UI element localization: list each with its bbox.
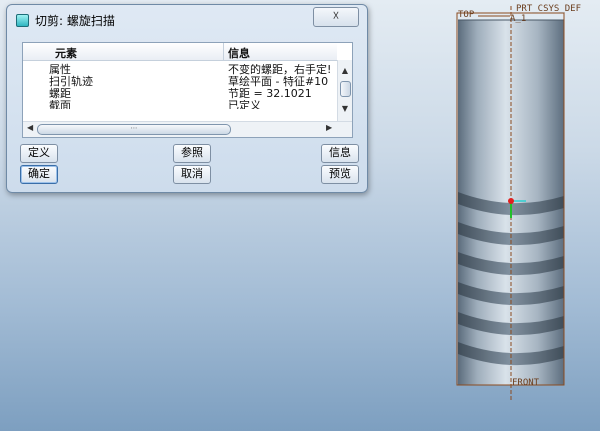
model-viewport[interactable]: TOP PRT_CSYS_DEF A_1 FRONT — [456, 0, 600, 400]
horizontal-scrollbar[interactable]: ◀ ⋯ ▶ — [23, 121, 352, 137]
element-info: 草绘平面 - 特征#10 — [228, 76, 329, 88]
scroll-right-arrow-icon[interactable]: ▶ — [326, 123, 332, 132]
scroll-left-arrow-icon[interactable]: ◀ — [27, 123, 33, 132]
list-header: 元素 信息 — [23, 43, 337, 61]
element-name: 螺距 — [49, 87, 71, 100]
list-item[interactable]: 截面 已定义 — [23, 100, 337, 109]
info-button[interactable]: 信息 — [321, 144, 359, 163]
datum-label-top: TOP — [458, 10, 475, 20]
datum-label-csys: PRT_CSYS_DEF — [516, 4, 582, 14]
datum-label-a1: A_1 — [510, 14, 527, 24]
scroll-up-arrow-icon[interactable]: ▲ — [338, 66, 352, 75]
element-name: 截面 — [49, 100, 71, 109]
helical-cut-model[interactable] — [456, 0, 600, 400]
list-item[interactable]: 螺距 节距 = 32.1021 — [23, 88, 337, 100]
cancel-button[interactable]: 取消 — [173, 165, 211, 184]
horizontal-scroll-thumb[interactable]: ⋯ — [37, 124, 231, 135]
vertical-scroll-thumb[interactable] — [340, 81, 351, 97]
column-divider[interactable] — [223, 43, 224, 60]
helical-sweep-dialog: 切剪: 螺旋扫描 ☓ 元素 信息 属性 不变的螺距，右手定! 扫引轨迹 草绘平面… — [6, 4, 368, 193]
elements-list: 元素 信息 属性 不变的螺距，右手定! 扫引轨迹 草绘平面 - 特征#10 螺距… — [22, 42, 353, 138]
element-info: 不变的螺距，右手定! — [228, 64, 332, 76]
column-header-info[interactable]: 信息 — [228, 45, 250, 61]
element-info: 节距 = 32.1021 — [228, 88, 312, 100]
close-icon: ☓ — [332, 9, 340, 24]
dialog-title: 切剪: 螺旋扫描 — [35, 14, 115, 28]
element-info: 已定义 — [228, 100, 261, 109]
close-button[interactable]: ☓ — [313, 7, 359, 27]
datum-label-front: FRONT — [512, 378, 540, 388]
define-button[interactable]: 定义 — [20, 144, 58, 163]
preview-button[interactable]: 预览 — [321, 165, 359, 184]
references-button[interactable]: 参照 — [173, 144, 211, 163]
app-icon — [16, 14, 29, 27]
vertical-scrollbar[interactable]: ▲ ▼ — [337, 60, 352, 121]
scroll-down-arrow-icon[interactable]: ▼ — [338, 104, 352, 113]
dialog-titlebar[interactable]: 切剪: 螺旋扫描 ☓ — [7, 5, 367, 33]
column-header-element[interactable]: 元素 — [55, 45, 77, 61]
ok-button[interactable]: 确定 — [20, 165, 58, 184]
